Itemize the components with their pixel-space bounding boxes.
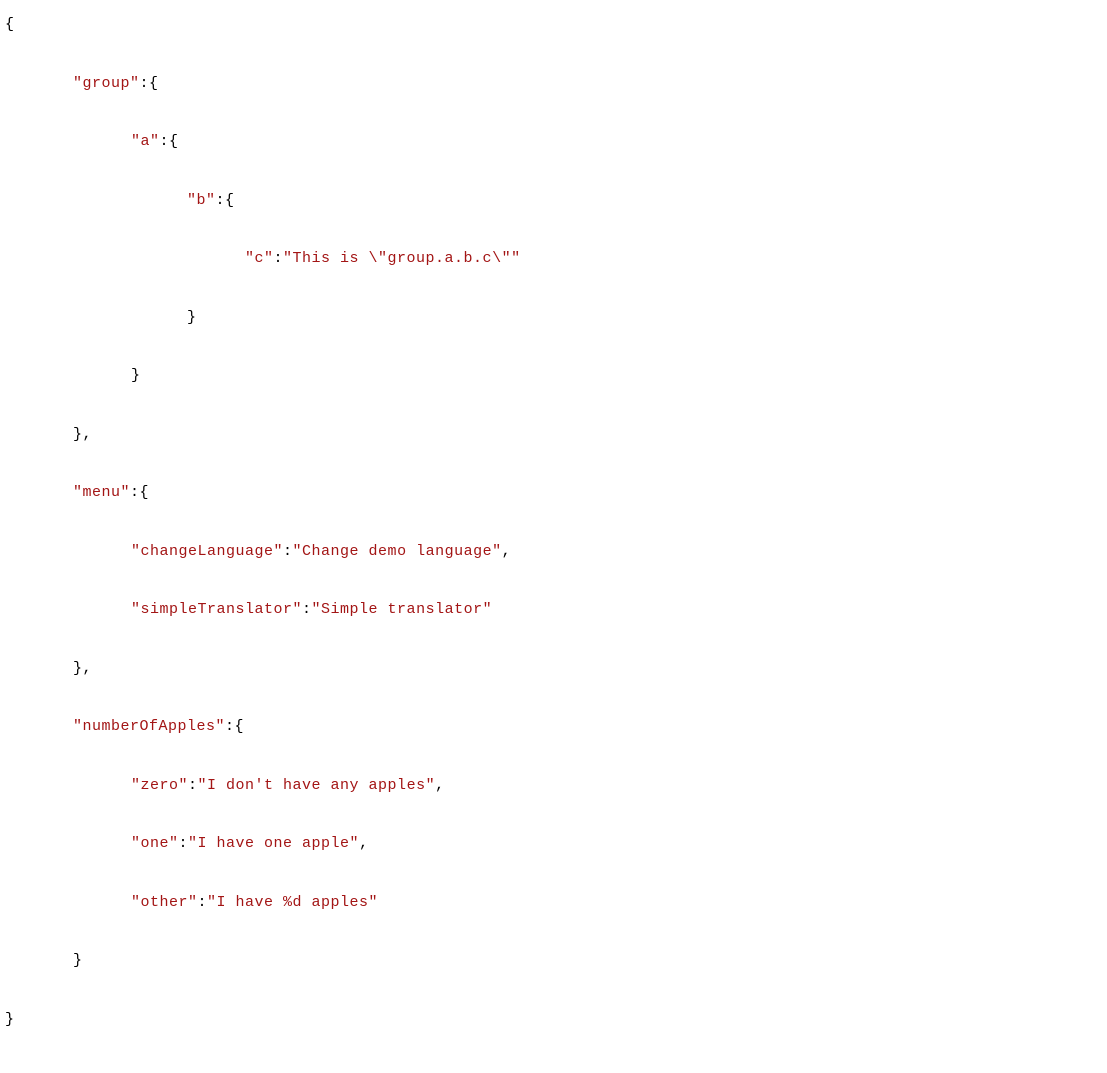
code-line: "group":{ bbox=[5, 69, 1102, 98]
code-line: } bbox=[5, 361, 1102, 390]
code-line: "numberOfApples":{ bbox=[5, 712, 1102, 741]
code-line: }, bbox=[5, 654, 1102, 683]
code-line: "zero":"I don't have any apples", bbox=[5, 771, 1102, 800]
code-line: "one":"I have one apple", bbox=[5, 829, 1102, 858]
code-line: } bbox=[5, 946, 1102, 975]
code-line: "c":"This is \"group.a.b.c\"" bbox=[5, 244, 1102, 273]
code-line: "b":{ bbox=[5, 186, 1102, 215]
code-line: { bbox=[5, 10, 1102, 39]
code-line: }, bbox=[5, 420, 1102, 449]
code-line: "a":{ bbox=[5, 127, 1102, 156]
json-code-block: { "group":{ "a":{ "b":{ "c":"This is \"g… bbox=[5, 10, 1102, 1063]
code-line: } bbox=[5, 1005, 1102, 1034]
code-line: "menu":{ bbox=[5, 478, 1102, 507]
code-line: "changeLanguage":"Change demo language", bbox=[5, 537, 1102, 566]
code-line: "other":"I have %d apples" bbox=[5, 888, 1102, 917]
code-line: "simpleTranslator":"Simple translator" bbox=[5, 595, 1102, 624]
code-line: } bbox=[5, 303, 1102, 332]
